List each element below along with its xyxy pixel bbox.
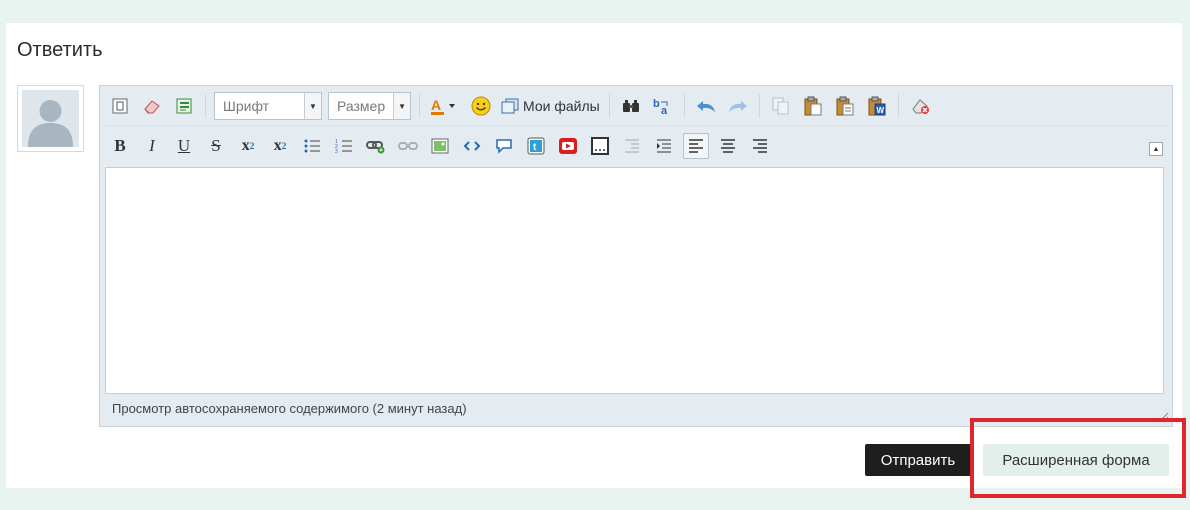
outdent-icon[interactable] [619,133,645,159]
svg-text:b: b [653,98,660,110]
smiley-icon[interactable] [468,93,494,119]
paste-word-icon[interactable]: W [864,93,890,119]
subscript-label: x [241,137,250,154]
toolbar-separator [205,94,206,118]
source-icon[interactable] [107,93,133,119]
highlight-box [970,418,1186,498]
toolbar-separator [683,94,685,118]
rich-text-editor: Шрифт ▼ Размер ▼ A Мои файлы b a W B I U… [99,85,1173,427]
align-left-icon[interactable] [683,133,709,159]
youtube-icon[interactable] [555,133,581,159]
toolbar-separator [897,94,899,118]
subscript-button[interactable]: x2 [235,133,261,159]
superscript-button[interactable]: x2 [267,133,293,159]
font-select[interactable]: Шрифт ▼ [214,92,322,120]
font-select-label: Шрифт [223,98,270,114]
avatar-placeholder-icon [22,90,79,147]
superscript-label: x [273,137,282,154]
files-icon [501,98,519,114]
size-select-label: Размер [337,98,386,114]
toolbar-separator [608,94,610,118]
toolbar-row-1: Шрифт ▼ Размер ▼ A Мои файлы b a W [104,88,936,124]
font-color-icon[interactable]: A [428,93,462,119]
unlink-icon[interactable] [395,133,421,159]
indent-icon[interactable] [651,133,677,159]
paste-icon[interactable] [800,93,826,119]
chevron-down-icon: ▼ [304,93,321,119]
replace-icon[interactable]: ba [650,93,676,119]
toolbar-separator [419,94,420,118]
chevron-down-icon: ▼ [393,93,410,119]
svg-text:a: a [661,105,668,115]
align-center-icon[interactable] [715,133,741,159]
align-right-icon[interactable] [747,133,773,159]
quote-icon[interactable] [491,133,517,159]
svg-text:W: W [876,106,884,115]
code-icon[interactable] [459,133,485,159]
eraser-icon[interactable] [139,93,165,119]
italic-button[interactable]: I [139,133,165,159]
paste-text-icon[interactable] [832,93,858,119]
size-select[interactable]: Размер ▼ [328,92,411,120]
avatar [17,85,84,152]
undo-icon[interactable] [693,93,719,119]
bulleted-list-icon[interactable] [299,133,325,159]
image-icon[interactable] [427,133,453,159]
link-icon[interactable] [363,133,389,159]
copy-icon[interactable] [768,93,794,119]
toolbar-row-2: B I U S x2 x2 123 t [104,128,776,164]
bold-button[interactable]: B [107,133,133,159]
strikethrough-button[interactable]: S [203,133,229,159]
template-icon[interactable] [171,93,197,119]
reply-title: Ответить [17,39,103,61]
subscript-mark: 2 [249,141,255,151]
find-icon[interactable] [618,93,644,119]
svg-text:3: 3 [335,149,338,154]
my-files-label: Мои файлы [523,98,600,114]
numbered-list-icon[interactable]: 123 [331,133,357,159]
collapse-icon[interactable]: ▲ [1149,142,1163,156]
send-button[interactable]: Отправить [865,444,971,476]
tweet-icon[interactable]: t [523,133,549,159]
spoiler-icon[interactable] [587,133,613,159]
my-files-button[interactable]: Мои файлы [501,98,600,114]
toolbar-separator [758,94,760,118]
remove-format-icon[interactable] [907,93,933,119]
redo-icon[interactable] [725,93,751,119]
message-textarea[interactable] [105,167,1164,394]
underline-button[interactable]: U [171,133,197,159]
toolbar-divider [104,125,1168,126]
autosave-preview-link[interactable]: Просмотр автосохраняемого содержимого (2… [112,401,467,416]
svg-text:A: A [431,97,441,113]
superscript-mark: 2 [281,141,287,151]
